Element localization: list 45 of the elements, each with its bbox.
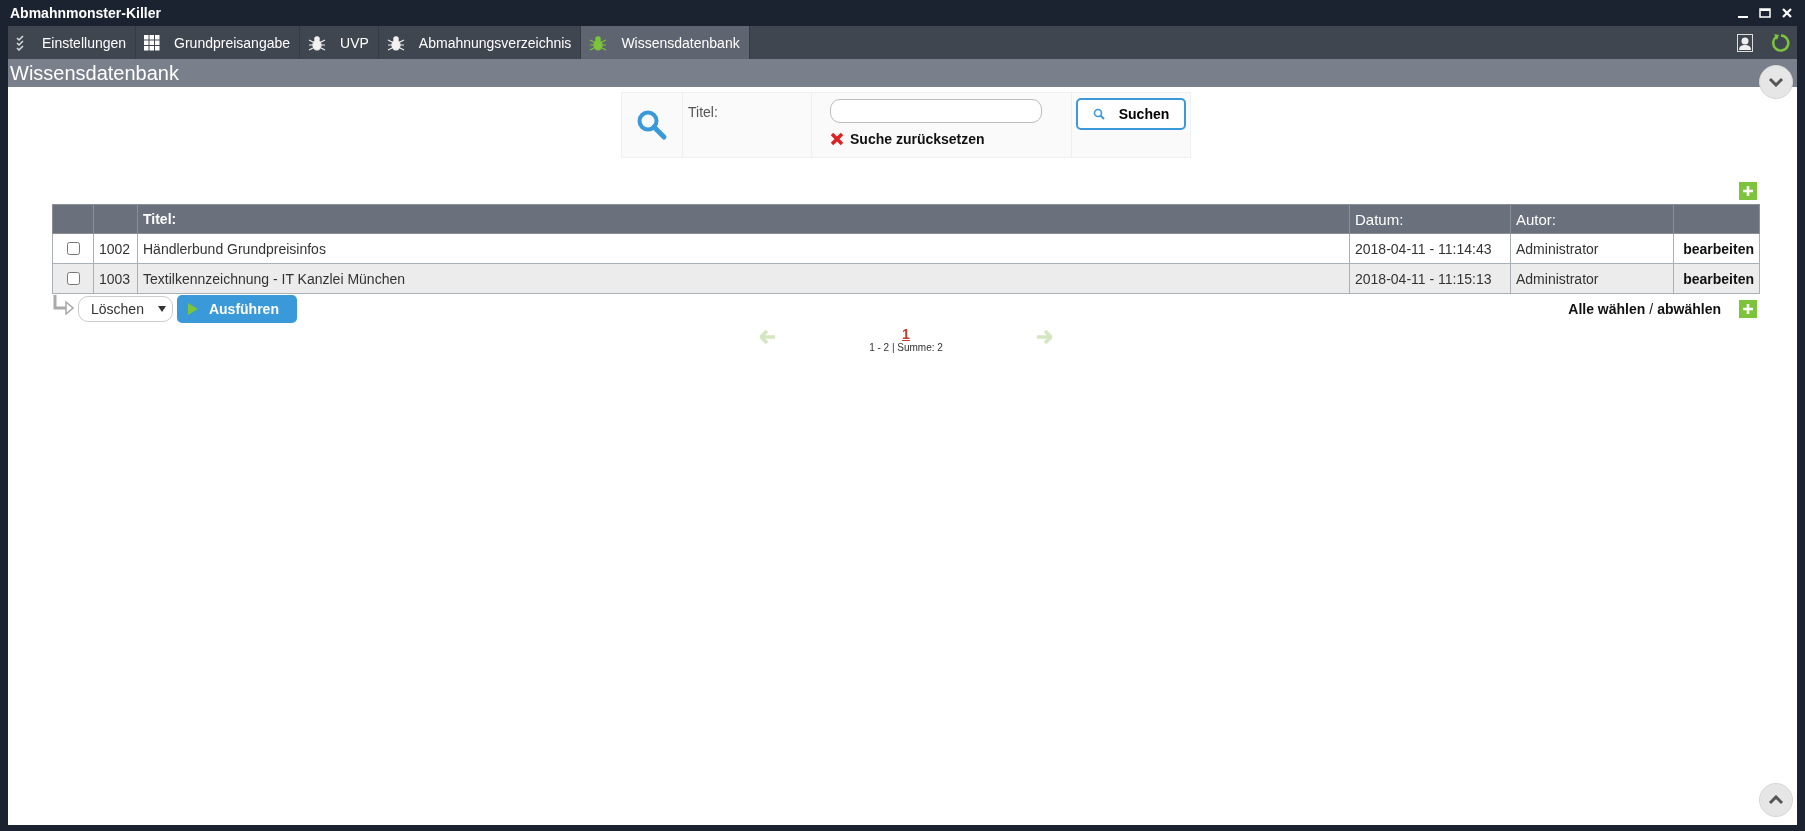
user-icon[interactable] xyxy=(1737,33,1753,52)
close-icon[interactable] xyxy=(1781,7,1793,19)
column-header: Titel: xyxy=(137,204,1350,234)
plus-icon xyxy=(1743,186,1753,196)
chevron-down-icon xyxy=(1768,77,1784,87)
title-input[interactable] xyxy=(830,99,1042,123)
reset-search-link[interactable]: Suche zurücksetzen xyxy=(830,131,1071,147)
table-cell: Administrator xyxy=(1510,263,1674,294)
bug-icon xyxy=(589,33,608,52)
table-cell: 2018-04-11 - 11:14:43 xyxy=(1349,233,1511,264)
deselect-all-link[interactable]: abwählen xyxy=(1657,301,1721,317)
column-header: Autor: xyxy=(1510,204,1674,234)
table-cell: Händlerbund Grundpreisinfos xyxy=(137,233,1350,264)
table-cell: 2018-04-11 - 11:15:13 xyxy=(1349,263,1511,294)
page-title: Wissensdatenbank xyxy=(9,61,179,85)
page-summary: 1 - 2 | Summe: 2 xyxy=(869,342,943,353)
table-cell: 1002 xyxy=(93,233,138,264)
tab[interactable]: Wissensdatenbank xyxy=(581,26,750,59)
bug-icon xyxy=(386,33,405,52)
maximize-icon[interactable] xyxy=(1759,7,1771,19)
play-icon xyxy=(186,302,199,316)
select-all-link[interactable]: Alle wählen xyxy=(1568,301,1646,317)
separator-text: / xyxy=(1649,301,1654,317)
search-icon xyxy=(636,109,668,141)
collapse-button[interactable] xyxy=(1759,65,1793,99)
search-icon xyxy=(1092,108,1105,120)
search-button[interactable]: Suchen xyxy=(1076,98,1186,130)
chevron-up-icon xyxy=(1768,795,1784,805)
window-title: Abmahnmonster-Killer xyxy=(9,5,161,21)
bug-icon xyxy=(308,33,327,52)
table-cell: Textilkennzeichnung - IT Kanzlei München xyxy=(137,263,1350,294)
table-cell: Administrator xyxy=(1510,233,1674,264)
row-checkbox[interactable] xyxy=(67,242,80,255)
grid-icon xyxy=(144,34,161,51)
cross-icon xyxy=(830,132,844,146)
title-label: Titel: xyxy=(688,104,718,120)
caret-icon xyxy=(157,306,166,312)
corner-arrow-icon xyxy=(52,295,74,315)
plus-icon xyxy=(1743,304,1753,314)
page-link[interactable]: 1 xyxy=(902,326,910,342)
scroll-top-button[interactable] xyxy=(1759,783,1793,817)
refresh-icon[interactable] xyxy=(1771,32,1791,53)
column-header: Datum: xyxy=(1349,204,1511,234)
action-select[interactable]: Löschen xyxy=(78,296,173,322)
row-checkbox[interactable] xyxy=(67,272,80,285)
